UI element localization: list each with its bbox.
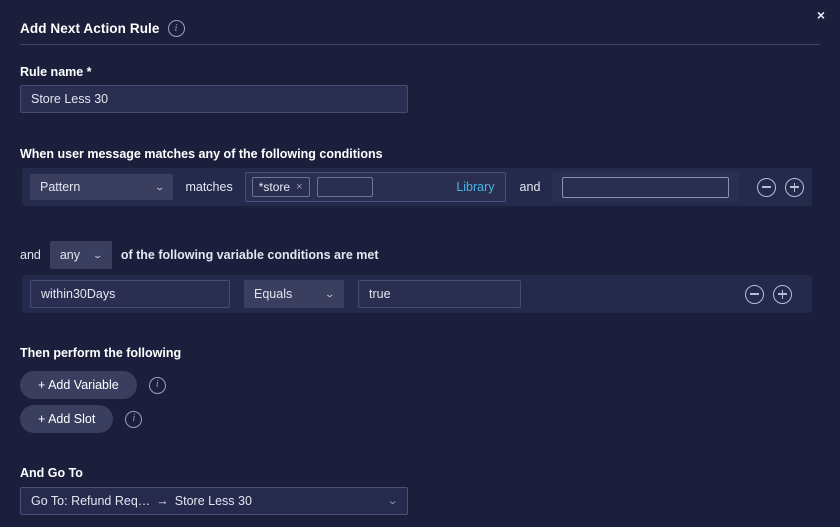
variable-conditions-heading: and any ⌄ of the following variable cond… [20,241,379,269]
matches-label: matches [185,180,233,194]
go-to-value: Go To: Refund Req… → Store Less 30 [31,494,388,508]
chevron-down-icon: ⌄ [324,288,336,299]
title-info-icon[interactable]: i [167,20,185,37]
go-to-label: And Go To [20,466,83,480]
arrow-icon: → [156,494,169,508]
plus-circle-icon-vertical [793,182,796,192]
variable-condition-row: Equals ⌄ [22,275,812,313]
message-conditions-label: When user message matches any of the fol… [20,147,383,161]
add-message-condition-button[interactable] [785,177,804,197]
add-slot-row: + Add Slot i [20,405,143,433]
variable-comparator-value: Equals [254,287,293,301]
go-to-source: Go To: Refund Req… [31,494,151,508]
add-variable-row: + Add Variable i [20,371,166,399]
variable-value-input[interactable] [358,280,521,308]
close-icon: × [816,7,826,23]
rule-name-label: Rule name * [20,65,92,79]
variable-conditions-suffix: of the following variable conditions are… [120,248,379,262]
variable-conditions-prefix: and [20,248,41,262]
header-divider [20,44,820,45]
condition-type-select[interactable]: Pattern ⌄ [30,174,174,200]
second-pattern-wrap [552,172,739,202]
plus-circle-icon-vertical [781,289,784,299]
pattern-value-box[interactable]: *store × Library [244,172,506,202]
chevron-down-icon: ⌄ [154,181,166,192]
variable-name-input[interactable] [30,280,230,308]
conjunction-and-label: and [519,180,541,194]
dialog-header: Add Next Action Rule i [20,20,185,37]
condition-type-value: Pattern [40,180,81,194]
close-dialog-button[interactable]: × [810,4,832,26]
message-condition-row: Pattern ⌄ matches *store × Library and [22,168,812,206]
pattern-chip-remove-icon[interactable]: × [296,181,302,193]
add-slot-info-icon[interactable]: i [125,410,143,428]
pattern-chip-label: *store [258,180,291,194]
remove-message-condition-button[interactable] [757,177,776,197]
library-link[interactable]: Library [456,180,494,194]
minus-circle-icon [762,186,771,188]
variable-quantifier-value: any [59,248,81,262]
go-to-target: Store Less 30 [174,494,252,508]
chevron-down-icon: ⌄ [386,494,399,507]
chevron-down-icon: ⌄ [92,249,104,260]
second-pattern-input[interactable] [562,176,729,198]
variable-quantifier-select[interactable]: any ⌄ [49,241,112,269]
go-to-select[interactable]: Go To: Refund Req… → Store Less 30 ⌄ [20,487,408,515]
add-variable-info-icon[interactable]: i [148,376,166,394]
add-slot-button[interactable]: + Add Slot [20,405,114,433]
perform-label: Then perform the following [20,346,182,360]
add-variable-condition-button[interactable] [773,284,792,304]
add-variable-button[interactable]: + Add Variable [20,371,137,399]
remove-variable-condition-button[interactable] [745,284,764,304]
rule-name-input[interactable] [20,85,408,113]
minus-circle-icon [750,293,759,295]
pattern-chip[interactable]: *store × [251,177,310,197]
page-title: Add Next Action Rule [20,21,160,36]
variable-comparator-select[interactable]: Equals ⌄ [244,280,344,308]
pattern-chip-input[interactable] [316,177,373,197]
